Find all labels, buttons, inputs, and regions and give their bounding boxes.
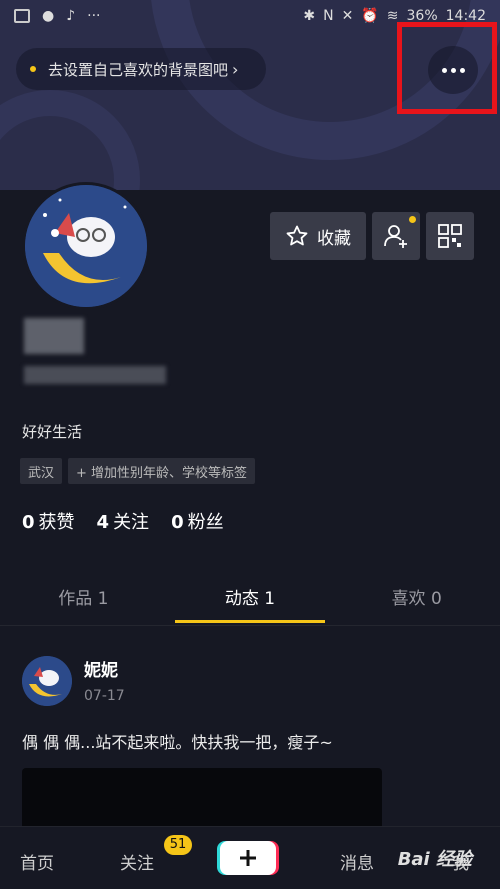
profile-bio[interactable]: 好好生活 xyxy=(22,421,82,442)
alarm-icon: ⏰ xyxy=(361,8,379,24)
tab-works[interactable]: 作品 1 xyxy=(0,578,167,625)
avatar[interactable] xyxy=(22,182,150,310)
profile-stats: 0 获赞 4 关注 0 粉丝 xyxy=(22,508,224,534)
tab-likes[interactable]: 喜欢 0 xyxy=(333,578,500,625)
red-highlight-annotation xyxy=(397,22,497,114)
set-background-hint[interactable]: 去设置自己喜欢的背景图吧 › xyxy=(16,48,266,90)
avatar-moon-bear-icon xyxy=(25,185,147,307)
qr-code-icon xyxy=(438,224,462,248)
favorites-label: 收藏 xyxy=(317,228,351,249)
chevron-right-icon: › xyxy=(232,59,239,79)
wechat-icon: ● xyxy=(42,8,55,24)
favorites-button[interactable]: 收藏 xyxy=(270,212,366,260)
following-stat[interactable]: 4 关注 xyxy=(97,508,150,534)
image-icon xyxy=(14,9,30,23)
plus-icon xyxy=(240,850,256,866)
likes-stat[interactable]: 0 获赞 xyxy=(22,508,75,534)
star-icon xyxy=(286,225,308,246)
nfc-icon: N xyxy=(323,8,334,24)
create-post-button[interactable] xyxy=(220,841,276,875)
nav-home[interactable]: 首页 xyxy=(20,849,54,874)
post-author-avatar[interactable] xyxy=(22,656,72,706)
post-text: 偶 偶 偶...站不起来啦。快扶我一把，瘦子~ xyxy=(22,733,333,752)
bottom-navigation: 首页 关注 51 消息 我 Bai 经验 xyxy=(0,826,500,889)
bluetooth-icon: ✱ xyxy=(303,8,316,24)
nav-follow[interactable]: 关注 xyxy=(120,849,154,874)
post-author-name[interactable]: 妮妮 xyxy=(84,656,118,681)
post-video-thumbnail[interactable] xyxy=(22,768,382,828)
qr-code-button[interactable] xyxy=(426,212,474,260)
blurred-username xyxy=(24,318,84,354)
baidu-watermark: Bai 经验 xyxy=(397,849,472,870)
post-date: 07-17 xyxy=(84,688,125,704)
more-notifications-icon: ··· xyxy=(87,8,101,24)
follow-count-badge: 51 xyxy=(164,835,192,855)
avatar-moon-bear-icon xyxy=(22,656,72,706)
set-background-hint-label: 去设置自己喜欢的背景图吧 xyxy=(48,60,229,79)
hint-dot-icon xyxy=(30,66,36,72)
profile-tabs: 作品 1 动态 1 喜欢 0 xyxy=(0,578,500,626)
location-tag[interactable]: 武汉 xyxy=(20,458,63,484)
profile-actions: 收藏 xyxy=(270,212,474,260)
tiktok-icon: ♪ xyxy=(66,8,76,24)
add-tags-button[interactable]: + 增加性别年龄、学校等标签 xyxy=(68,458,256,484)
add-user-icon xyxy=(384,225,407,248)
notification-dot-icon xyxy=(409,216,416,223)
mute-icon: ✕ xyxy=(341,8,354,24)
blurred-user-id xyxy=(24,366,166,384)
tab-moments[interactable]: 动态 1 xyxy=(167,578,334,625)
followers-stat[interactable]: 0 粉丝 xyxy=(171,508,224,534)
nav-messages[interactable]: 消息 xyxy=(340,849,374,874)
profile-tags: 武汉 + 增加性别年龄、学校等标签 xyxy=(20,458,256,484)
add-friend-button[interactable] xyxy=(372,212,420,260)
